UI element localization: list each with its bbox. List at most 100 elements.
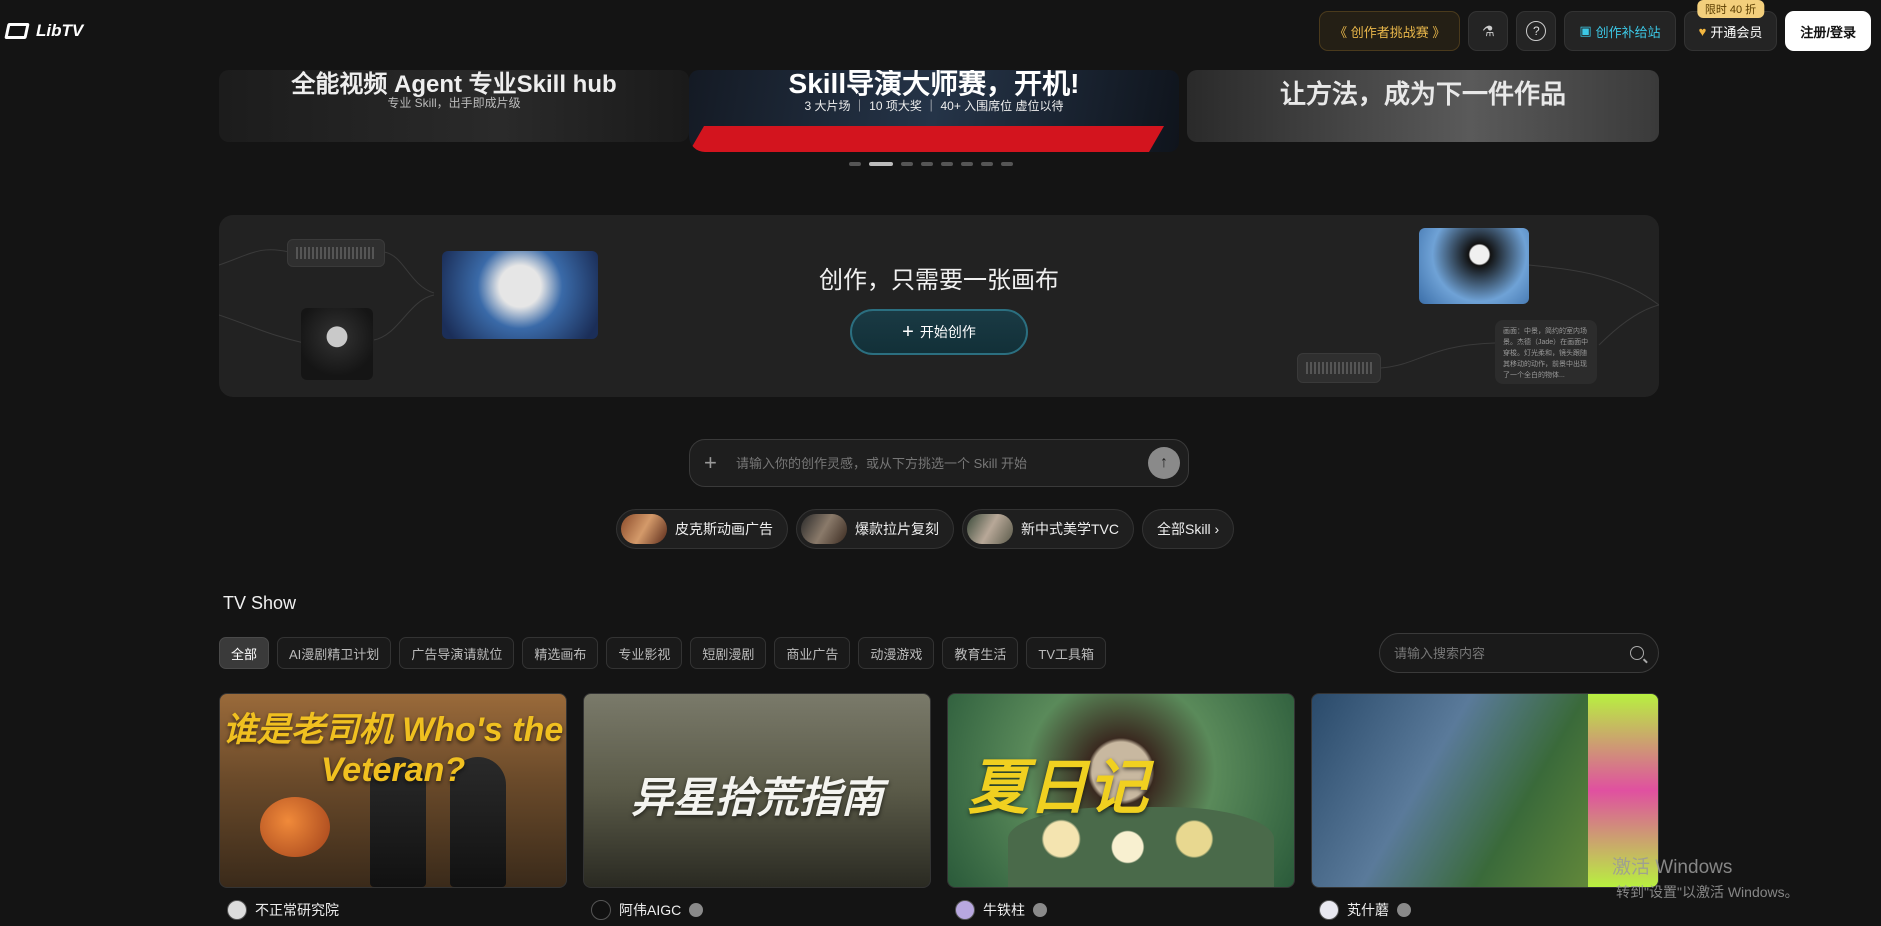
- login-button[interactable]: 注册/登录: [1785, 11, 1871, 51]
- start-creating-button[interactable]: + 开始创作: [850, 309, 1028, 355]
- card-caption: 谁是老司机 Who's the Veteran?: [222, 711, 564, 789]
- card-thumbnail[interactable]: 异星拾荒指南: [583, 693, 931, 888]
- vip-discount-badge: 限时 40 折: [1696, 0, 1765, 18]
- avatar[interactable]: [1319, 900, 1339, 920]
- show-card[interactable]: 夏日记 牛铁柱: [947, 693, 1295, 920]
- banner-slide-left[interactable]: 全能视频 Agent 专业Skill hub 专业 Skill，出手即成片级: [219, 70, 689, 142]
- vip-label: 开通会员: [1710, 24, 1763, 40]
- search-icon[interactable]: [1630, 646, 1644, 660]
- top-bar: LibTV 《 创作者挑战赛 》 ⚗ ? ▣ 创作补给站 限时 40 折 ♥ 开…: [0, 0, 1881, 62]
- canvas-promo-card: 创作，只需要一张画布 + 开始创作 画面：中景，简约的室内场景。杰德（Jade）…: [219, 215, 1659, 397]
- subsidy-button[interactable]: ▣ 创作补给站: [1564, 11, 1676, 51]
- carousel-dot[interactable]: [941, 162, 953, 166]
- filter-tab[interactable]: TV工具箱: [1026, 637, 1107, 669]
- card-author[interactable]: 牛铁柱: [983, 900, 1025, 920]
- challenge-button[interactable]: 《 创作者挑战赛 》: [1319, 11, 1461, 51]
- help-icon: ?: [1526, 21, 1547, 41]
- carousel-dot[interactable]: [981, 162, 993, 166]
- search-box: [1379, 633, 1659, 673]
- skill-thumbnail: [967, 514, 1013, 544]
- skill-chip[interactable]: 新中式美学TVC: [962, 509, 1134, 549]
- search-input[interactable]: [1394, 645, 1630, 661]
- section-title-tvshow: TV Show: [223, 593, 297, 613]
- subsidy-label: 创作补给站: [1595, 24, 1661, 40]
- category-filters: 全部 AI漫剧精卫计划 广告导演请就位 精选画布 专业影视 短剧漫剧 商业广告 …: [219, 637, 1107, 669]
- image-node: [1419, 228, 1529, 304]
- card-thumbnail[interactable]: [1311, 693, 1659, 888]
- skill-chip[interactable]: 皮克斯动画广告: [616, 509, 788, 549]
- brand-logo[interactable]: LibTV: [4, 21, 84, 41]
- verified-badge-icon: [1397, 903, 1411, 917]
- logo-icon: [4, 23, 30, 39]
- show-card[interactable]: 谁是老司机 Who's the Veteran? 不正常研究院: [219, 693, 567, 920]
- vip-button[interactable]: 限时 40 折 ♥ 开通会员: [1683, 0, 1778, 51]
- card-thumbnail[interactable]: 夏日记: [947, 693, 1295, 888]
- audio-node-right: [1297, 353, 1381, 383]
- filter-tab[interactable]: 精选画布: [522, 637, 599, 669]
- carousel-dot[interactable]: [921, 162, 933, 166]
- avatar[interactable]: [591, 900, 611, 920]
- verified-badge-icon: [1033, 903, 1047, 917]
- card-meta: 不正常研究院: [219, 900, 567, 920]
- carousel-dot[interactable]: [1001, 162, 1013, 166]
- card-caption: 异星拾荒指南: [630, 774, 883, 821]
- card-meta: 牛铁柱: [947, 900, 1295, 920]
- help-button[interactable]: ?: [1516, 11, 1557, 51]
- card-thumbnail[interactable]: 谁是老司机 Who's the Veteran?: [219, 693, 567, 888]
- filter-tab[interactable]: 商业广告: [774, 637, 851, 669]
- heart-icon: ♥: [1698, 23, 1707, 39]
- card-author[interactable]: 阿伟AIGC: [619, 900, 681, 920]
- avatar[interactable]: [227, 900, 247, 920]
- card-meta: 芄什蘑: [1311, 900, 1659, 920]
- lab-flask-icon: ⚗: [1482, 22, 1495, 39]
- skill-chips: 皮克斯动画广告 爆款拉片复刻 新中式美学TVC 全部Skill ›: [616, 509, 1235, 549]
- arrow-up-icon: ↑: [1160, 454, 1168, 471]
- filter-tab[interactable]: 动漫游戏: [858, 637, 935, 669]
- attach-plus-icon[interactable]: +: [704, 450, 726, 476]
- show-card-grid: 谁是老司机 Who's the Veteran? 不正常研究院 异星拾荒指南 阿…: [219, 693, 1659, 920]
- watermark-line2: 转到"设置"以激活 Windows。: [1616, 884, 1799, 900]
- filter-tab[interactable]: 专业影视: [606, 637, 683, 669]
- banner-left-subtitle: 专业 Skill，出手即成片级: [387, 96, 521, 110]
- card-author[interactable]: 芄什蘑: [1347, 900, 1389, 920]
- carousel-dots: [849, 162, 1013, 166]
- skill-chip-label: 皮克斯动画广告: [675, 521, 773, 537]
- filter-tab-active[interactable]: 全部: [219, 637, 270, 669]
- prompt-box: + ↑: [689, 439, 1189, 487]
- card-caption: 夏日记: [968, 754, 1148, 821]
- carousel-dot[interactable]: [849, 162, 861, 166]
- banner-slide-active[interactable]: Skill导演大师赛，开机! 3 大片场 ｜ 10 项大奖 ｜ 40+ 入围席位…: [689, 70, 1179, 152]
- show-card[interactable]: 芄什蘑: [1311, 693, 1659, 920]
- card-author[interactable]: 不正常研究院: [255, 900, 339, 920]
- top-actions: 《 创作者挑战赛 》 ⚗ ? ▣ 创作补给站 限时 40 折 ♥ 开通会员 注册…: [1319, 0, 1871, 51]
- show-card[interactable]: 异星拾荒指南 阿伟AIGC: [583, 693, 931, 920]
- skill-thumbnail: [801, 514, 847, 544]
- lab-button[interactable]: ⚗: [1468, 11, 1509, 51]
- filter-tab[interactable]: 广告导演请就位: [399, 637, 515, 669]
- banner-slide-right[interactable]: 让方法，成为下一件作品: [1187, 70, 1659, 142]
- banner-right-title: 让方法，成为下一件作品: [1279, 79, 1566, 109]
- start-creating-label: 开始创作: [919, 324, 976, 340]
- avatar[interactable]: [955, 900, 975, 920]
- skill-thumbnail: [621, 514, 667, 544]
- skill-chip-label: 爆款拉片复刻: [855, 521, 939, 537]
- banner-carousel[interactable]: 全能视频 Agent 专业Skill hub 专业 Skill，出手即成片级 S…: [219, 70, 1659, 166]
- filter-tab[interactable]: 教育生活: [942, 637, 1019, 669]
- all-skills-button[interactable]: 全部Skill ›: [1142, 509, 1235, 549]
- card-meta: 阿伟AIGC: [583, 900, 931, 920]
- carousel-dot-active[interactable]: [869, 162, 893, 166]
- send-button[interactable]: ↑: [1148, 447, 1180, 479]
- banner-red-stripe: [689, 126, 1165, 152]
- skill-chip[interactable]: 爆款拉片复刻: [796, 509, 954, 549]
- prompt-input[interactable]: [736, 455, 1148, 471]
- plus-icon: +: [902, 321, 914, 343]
- brand-name: LibTV: [36, 21, 84, 40]
- watermark-line1: 激活 Windows: [1612, 857, 1733, 878]
- carousel-dot[interactable]: [901, 162, 913, 166]
- carousel-dot[interactable]: [961, 162, 973, 166]
- portrait-node: [301, 308, 373, 380]
- windows-activation-watermark: 激活 Windows 转到"设置"以激活 Windows。: [1612, 856, 1799, 904]
- filter-tab[interactable]: AI漫剧精卫计划: [277, 637, 392, 669]
- filter-tab[interactable]: 短剧漫剧: [690, 637, 767, 669]
- prompt-text-node: 画面：中景，简约的室内场景。杰德（Jade）在画面中穿梭。灯光柔和，镜头跟随其移…: [1495, 320, 1597, 384]
